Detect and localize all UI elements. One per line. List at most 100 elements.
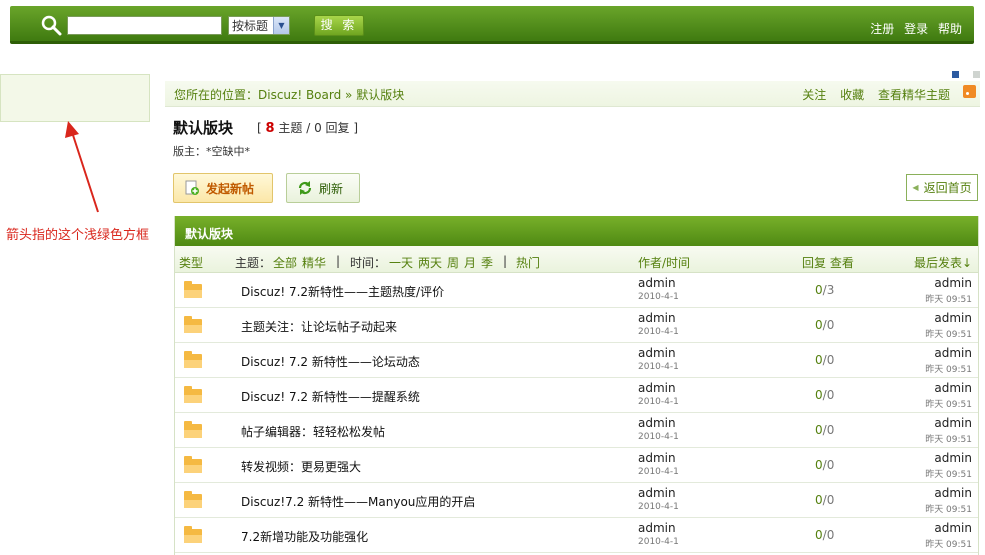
filter-digest[interactable]: 精华 [302,254,326,271]
search-icon [41,15,62,36]
chevron-down-icon[interactable]: ▼ [273,17,289,34]
digest-link[interactable]: 查看精华主题 [878,88,950,102]
back-home-label: 返回首页 [923,181,972,195]
author-time-header[interactable]: 作者/时间 [638,254,690,271]
search-input[interactable] [67,16,222,35]
last-post-header[interactable]: 最后发表↓ [914,254,972,271]
last-post-date: 昨天 09:51 [925,505,972,515]
table-row[interactable]: Discuz! 7.2 新特性——提醒系统 admin 2010-4-1 0/0… [175,378,978,413]
view-count: 0 [826,318,835,332]
thread-date: 2010-4-1 [638,432,679,442]
top-links: 注册 登录 帮助 [864,20,962,37]
filter-row: 类型 主题： 全部 精华 | 时间： 一天 两天 周 月 季 | 热门 作者/时… [175,246,978,273]
reply-view-count: 0/0 [815,528,835,542]
thread-author[interactable]: admin [638,521,676,535]
last-post-date: 昨天 09:51 [925,400,972,410]
filter-hot[interactable]: 热门 [516,254,540,271]
search-button[interactable]: 搜 索 [314,15,364,36]
table-row[interactable]: Discuz! 7.2 新特性——论坛动态 admin 2010-4-1 0/0… [175,343,978,378]
thread-subject[interactable]: 帖子编辑器：轻轻松松发帖 [241,423,385,440]
filter-season[interactable]: 季 [481,254,493,271]
thread-subject[interactable]: 7.2新增功能及功能强化 [241,528,368,545]
new-post-icon [185,180,199,195]
favorite-link[interactable]: 收藏 [840,88,864,102]
filter-month[interactable]: 月 [464,254,476,271]
last-post-author[interactable]: admin [934,381,972,395]
table-title: 默认版块 [175,216,978,246]
filter-week[interactable]: 周 [447,254,459,271]
thread-author[interactable]: admin [638,416,676,430]
filter-separator-2: | [503,254,508,268]
filter-day[interactable]: 一天 [389,254,413,271]
thread-author[interactable]: admin [638,486,676,500]
follow-link[interactable]: 关注 [802,88,826,102]
thread-subject[interactable]: Discuz! 7.2 新特性——论坛动态 [241,353,420,370]
table-row[interactable]: Discuz!7.2 新特性——Manyou应用的开启 admin 2010-4… [175,483,978,518]
last-post-author[interactable]: admin [934,416,972,430]
last-post-date: 昨天 09:51 [925,470,972,480]
page-title: 默认版块 [173,119,234,137]
chevron-left-icon: ◀ [912,183,919,192]
reply-view-count: 0/0 [815,423,835,437]
folder-icon [184,316,202,333]
login-link[interactable]: 登录 [904,22,928,36]
reply-count: 0 [815,318,823,332]
thread-date: 2010-4-1 [638,537,679,547]
skin-switch-gray[interactable] [973,71,980,78]
skin-switch-blue[interactable] [952,71,959,78]
thread-author[interactable]: admin [638,346,676,360]
thread-date: 2010-4-1 [638,362,679,372]
table-row[interactable]: 转发视频：更易更强大 admin 2010-4-1 0/0 admin 昨天 0… [175,448,978,483]
reply-count: 0 [815,493,823,507]
last-post-author[interactable]: admin [934,486,972,500]
help-link[interactable]: 帮助 [938,22,962,36]
table-row[interactable]: 主题关注：让论坛帖子动起来 admin 2010-4-1 0/0 admin 昨… [175,308,978,343]
thread-date: 2010-4-1 [638,292,679,302]
breadcrumb-bar: 您所在的位置：Discuz! Board » 默认版块 关注 收藏 查看精华主题 [165,81,980,107]
folder-icon [184,456,202,473]
thread-author[interactable]: admin [638,311,676,325]
last-post-author[interactable]: admin [934,276,972,290]
table-row[interactable]: Discuz! 7.2新特性——主题热度/评价 admin 2010-4-1 0… [175,273,978,308]
thread-subject[interactable]: 主题关注：让论坛帖子动起来 [241,318,397,335]
register-link[interactable]: 注册 [870,22,894,36]
thread-subject[interactable]: Discuz! 7.2 新特性——提醒系统 [241,388,420,405]
reply-count: 0 [815,423,823,437]
thread-subject[interactable]: Discuz!7.2 新特性——Manyou应用的开启 [241,493,475,510]
reply-count: 0 [815,388,823,402]
reply-view-count: 0/0 [815,318,835,332]
refresh-label: 刷新 [319,181,344,196]
filter-all[interactable]: 全部 [273,254,297,271]
folder-icon [184,526,202,543]
stats-suffix: 主题 / 0 回复 ] [278,121,359,135]
topic-count: 8 [265,121,275,136]
type-filter[interactable]: 类型 [179,254,203,271]
thread-date: 2010-4-1 [638,397,679,407]
search-type-select[interactable]: 按标题 ▼ [228,16,290,35]
thread-subject[interactable]: Discuz! 7.2新特性——主题热度/评价 [241,283,444,300]
thread-author[interactable]: admin [638,276,676,290]
view-count: 0 [826,353,835,367]
reply-view-count: 0/3 [815,283,835,297]
rss-icon[interactable] [963,85,976,98]
table-row[interactable]: 7.2新增功能及功能强化 admin 2010-4-1 0/0 admin 昨天… [175,518,978,553]
new-thread-button[interactable]: 发起新帖 [173,173,273,203]
reply-view-count: 0/0 [815,388,835,402]
table-row[interactable]: 帖子编辑器：轻轻松松发帖 admin 2010-4-1 0/0 admin 昨天… [175,413,978,448]
reply-view-header[interactable]: 回复 查看 [802,254,854,271]
refresh-button[interactable]: 刷新 [286,173,360,203]
last-post-author[interactable]: admin [934,346,972,360]
last-post-author[interactable]: admin [934,521,972,535]
annotation-text: 箭头指的这个浅绿色方框 [6,228,150,243]
thread-rows: Discuz! 7.2新特性——主题热度/评价 admin 2010-4-1 0… [175,273,978,553]
folder-icon [184,281,202,298]
last-post-author[interactable]: admin [934,311,972,325]
thread-subject[interactable]: 转发视频：更易更强大 [241,458,361,475]
filter-two-days[interactable]: 两天 [418,254,442,271]
back-home-button[interactable]: ◀ 返回首页 [906,174,978,201]
thread-author[interactable]: admin [638,381,676,395]
last-post-author[interactable]: admin [934,451,972,465]
thread-date: 2010-4-1 [638,467,679,477]
breadcrumb[interactable]: 您所在的位置：Discuz! Board » 默认版块 [174,86,404,103]
thread-author[interactable]: admin [638,451,676,465]
